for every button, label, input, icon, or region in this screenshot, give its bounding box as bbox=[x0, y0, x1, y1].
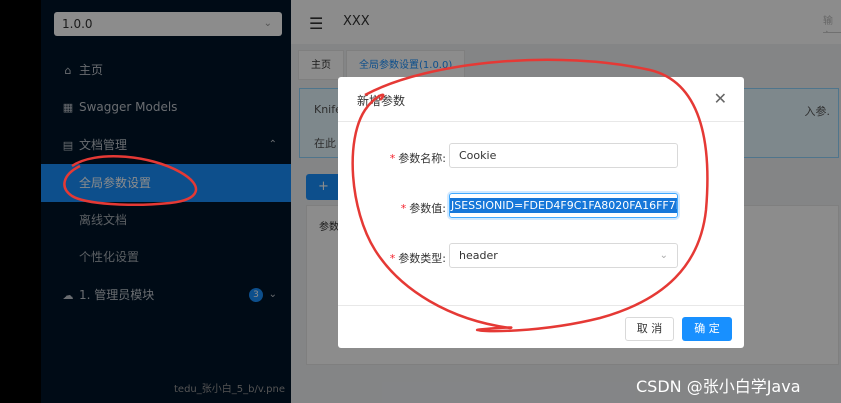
required-mark: * bbox=[389, 152, 396, 165]
confirm-button[interactable]: 确 定 bbox=[682, 317, 732, 341]
chevron-down-icon: ⌄ bbox=[659, 250, 668, 261]
param-name-input[interactable]: Cookie bbox=[449, 143, 678, 168]
watermark: tedu_张小白_5_b/v.pne bbox=[174, 384, 285, 395]
field-label: * 参数值: bbox=[401, 200, 446, 216]
form-row-param-name: * 参数名称: Cookie bbox=[338, 143, 744, 171]
select-value: header bbox=[459, 249, 498, 262]
selected-text: JSESSIONID=FDED4F9C1FA8020FA16FF7BF bbox=[450, 198, 677, 213]
dialog-title: 新增参数 bbox=[357, 94, 406, 108]
field-label-text: 参数类型: bbox=[398, 252, 446, 265]
field-label-text: 参数值: bbox=[409, 202, 446, 215]
dialog-header: 新增参数 ✕ bbox=[338, 77, 744, 122]
cancel-button[interactable]: 取 消 bbox=[625, 317, 674, 341]
field-label: * 参数名称: bbox=[390, 150, 446, 166]
csdn-watermark: CSDN @张小白学Java bbox=[636, 377, 801, 396]
param-type-select[interactable]: header ⌄ bbox=[449, 243, 678, 268]
form-row-param-value: * 参数值: JSESSIONID=FDED4F9C1FA8020FA16FF7B… bbox=[338, 193, 744, 221]
required-mark: * bbox=[400, 202, 407, 215]
form-row-param-type: * 参数类型: header ⌄ bbox=[338, 243, 744, 271]
field-label-text: 参数名称: bbox=[398, 152, 446, 165]
add-param-dialog: 新增参数 ✕ * 参数名称: Cookie * 参数值: JSESSIONID=FD… bbox=[338, 77, 744, 348]
required-mark: * bbox=[389, 252, 396, 265]
param-value-input[interactable]: JSESSIONID=FDED4F9C1FA8020FA16FF7BF bbox=[449, 193, 678, 218]
field-label: * 参数类型: bbox=[390, 250, 446, 266]
close-icon[interactable]: ✕ bbox=[714, 89, 727, 108]
